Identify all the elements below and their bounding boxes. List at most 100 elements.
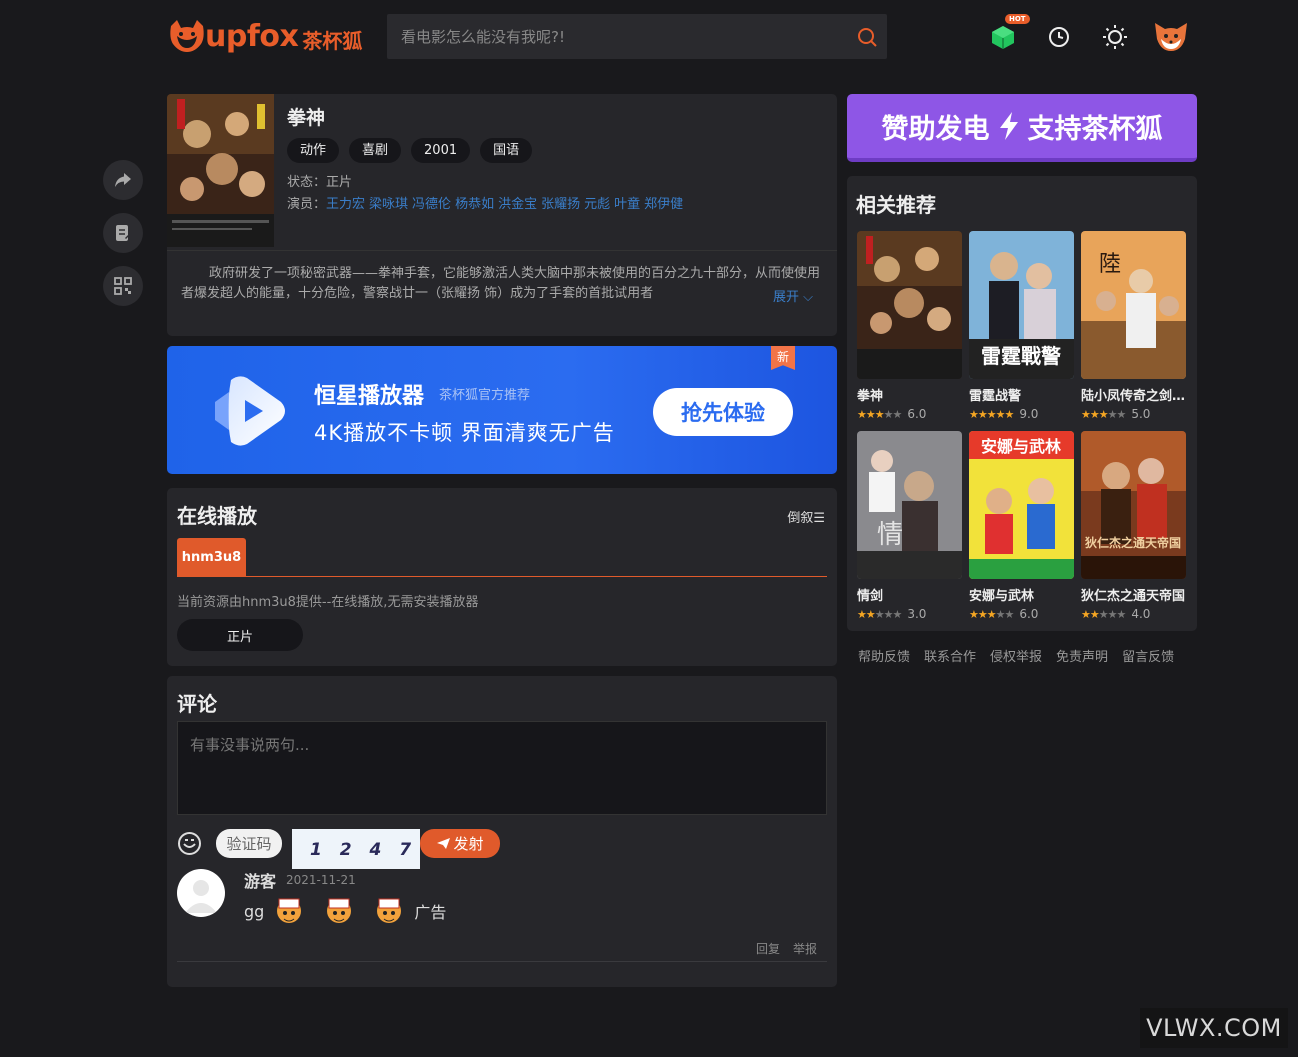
tag-genre-2[interactable]: 喜剧 [349, 138, 402, 163]
actor-link[interactable]: 叶童 [614, 197, 640, 212]
donate-text-left: 赞助发电 [881, 113, 990, 145]
app-button[interactable]: HOT [975, 14, 1031, 54]
status-value: 正片 [326, 175, 353, 190]
search-icon [858, 27, 877, 47]
hot-badge: HOT [1005, 14, 1030, 24]
footer-link-disclaimer[interactable]: 免责声明 [1056, 646, 1108, 665]
related-item[interactable]: 情 情剑 ★★★★★ 3.0 [857, 431, 962, 621]
site-logo[interactable]: upfox 茶杯狐 [167, 18, 362, 54]
qrcode-button[interactable] [103, 266, 143, 306]
history-button[interactable] [1031, 20, 1087, 54]
rating-value: 4.0 [1131, 607, 1151, 621]
send-button[interactable]: 发射 [420, 829, 500, 858]
sort-toggle[interactable]: 倒叙☰ [787, 507, 825, 526]
related-poster: 安娜与武林 [969, 431, 1074, 579]
comment-text: gg [244, 901, 265, 921]
movie-actors: 演员：王力宏 梁咏琪 冯德伦 杨恭如 洪金宝 张耀扬 元彪 叶童 郑伊健 [287, 193, 687, 212]
note-button[interactable] [103, 213, 143, 253]
related-item[interactable]: 雷霆戰警 雷霆战警 ★★★★★ 9.0 [969, 231, 1074, 421]
related-rating: ★★★★★ 6.0 [857, 407, 962, 421]
actor-link[interactable]: 杨恭如 [455, 197, 494, 212]
related-item[interactable]: 狄仁杰之通天帝国 狄仁杰之通天帝国 ★★★★★ 4.0 [1081, 431, 1186, 621]
rating-value: 6.0 [907, 407, 927, 421]
related-name: 雷霆战警 [969, 389, 1022, 404]
search-button[interactable] [847, 14, 887, 59]
footer-link-contact[interactable]: 联系合作 [924, 646, 976, 665]
actor-link[interactable]: 郑伊健 [644, 197, 683, 212]
related-rating: ★★★★★ 6.0 [969, 607, 1074, 621]
fox-logo-icon [167, 18, 207, 54]
movie-detail-card: 拳神 动作 喜剧 2001 国语 状态：正片 演员：王力宏 梁咏琪 冯德伦 杨恭如 洪金… [167, 94, 837, 336]
related-rating: ★★★★★ 3.0 [857, 607, 962, 621]
header-icons: HOT [975, 14, 1199, 54]
reply-link[interactable]: 回复 [756, 940, 780, 957]
smiley-icon [178, 832, 201, 855]
footer-link-feedback[interactable]: 留言反馈 [1122, 646, 1174, 665]
related-poster: 雷霆戰警 [969, 231, 1074, 379]
source-tab[interactable]: hnm3u8 [177, 538, 246, 576]
comment-user: 游客 [244, 872, 277, 891]
svg-text:情: 情 [877, 520, 903, 550]
related-item[interactable]: 拳神 ★★★★★ 6.0 [857, 231, 962, 421]
sort-icon: ☰ [813, 511, 825, 526]
tiger-sticker-icon [377, 898, 402, 923]
tag-language[interactable]: 国语 [480, 138, 533, 163]
actor-link[interactable]: 冯德伦 [412, 197, 451, 212]
player-ad-banner[interactable]: 恒星播放器 茶杯狐官方推荐 4K播放不卡顿 界面清爽无广告 抢先体验 新 [167, 346, 837, 474]
star-rating-icon: ★★★★★ [969, 607, 1014, 621]
related-rating: ★★★★★ 4.0 [1081, 607, 1186, 621]
search-bar [387, 14, 887, 59]
svg-text:陸: 陸 [1099, 252, 1121, 277]
expand-label: 展开 [772, 290, 799, 305]
movie-poster[interactable] [167, 94, 274, 247]
tag-year[interactable]: 2001 [411, 138, 471, 163]
movie-description: 政府研发了一项秘密武器——拳神手套，它能够激活人类大脑中那未被使用的百分之九十部… [181, 266, 821, 301]
related-name: 情剑 [857, 589, 884, 604]
search-input[interactable] [387, 14, 847, 59]
actor-link[interactable]: 王力宏 [326, 197, 365, 212]
rating-value: 6.0 [1019, 607, 1039, 621]
actor-link[interactable]: 张耀扬 [541, 197, 580, 212]
related-item[interactable]: 陸 陆小凤传奇之剑神一笑 ★★★★★ 5.0 [1081, 231, 1186, 421]
source-note: 当前资源由hnm3u8提供--在线播放,无需安装播放器 [177, 595, 479, 610]
captcha-input[interactable] [216, 829, 282, 858]
emoji-button[interactable] [177, 831, 202, 856]
rating-value: 5.0 [1131, 407, 1151, 421]
new-badge: 新 [771, 346, 795, 370]
footer-link-report[interactable]: 侵权举报 [990, 646, 1042, 665]
send-icon [437, 838, 451, 849]
fox-avatar-icon [1155, 23, 1187, 51]
donate-banner[interactable]: 赞助发电 支持茶杯狐 [847, 94, 1197, 162]
rating-value: 3.0 [907, 607, 927, 621]
svg-text:雷霆戰警: 雷霆戰警 [981, 344, 1061, 368]
donate-text-right: 支持茶杯狐 [1027, 113, 1163, 145]
captcha-image[interactable]: 1 2 4 7 [292, 829, 420, 869]
footer-link-help[interactable]: 帮助反馈 [858, 646, 910, 665]
send-label: 发射 [453, 835, 484, 853]
theme-button[interactable] [1087, 20, 1143, 54]
comment-input[interactable] [177, 721, 827, 815]
avatar [177, 869, 225, 917]
status-label: 状态： [287, 175, 327, 190]
share-button[interactable] [103, 160, 143, 200]
ad-try-button[interactable]: 抢先体验 [653, 388, 793, 436]
tag-genre-1[interactable]: 动作 [287, 138, 340, 163]
star-rating-icon: ★★★★★ [857, 607, 902, 621]
actor-link[interactable]: 元彪 [584, 197, 610, 212]
episode-button[interactable]: 正片 [177, 619, 303, 651]
movie-title: 拳神 [287, 107, 326, 129]
actor-link[interactable]: 洪金宝 [498, 197, 537, 212]
related-item[interactable]: 安娜与武林 安娜与武林 ★★★★★ 6.0 [969, 431, 1074, 621]
footer-links: 帮助反馈 联系合作 侵权举报 免责声明 留言反馈 [858, 646, 1174, 665]
expand-button[interactable]: 展开 ⌵ [768, 286, 813, 305]
related-card: 相关推荐 拳神 ★★★★★ 6.0 雷霆戰警 雷霆战警 ★★★★★ 9.0 陸 陆小… [847, 176, 1197, 631]
report-link[interactable]: 举报 [793, 940, 817, 957]
header: upfox 茶杯狐 HOT [167, 14, 1199, 60]
related-poster: 陸 [1081, 231, 1186, 379]
user-button[interactable] [1143, 20, 1199, 54]
logo-cn-text: 茶杯狐 [302, 28, 363, 53]
ad-subtitle: 茶杯狐官方推荐 [439, 388, 531, 403]
actor-link[interactable]: 梁咏琪 [369, 197, 408, 212]
related-poster: 狄仁杰之通天帝国 [1081, 431, 1186, 579]
related-rating: ★★★★★ 9.0 [969, 407, 1074, 421]
